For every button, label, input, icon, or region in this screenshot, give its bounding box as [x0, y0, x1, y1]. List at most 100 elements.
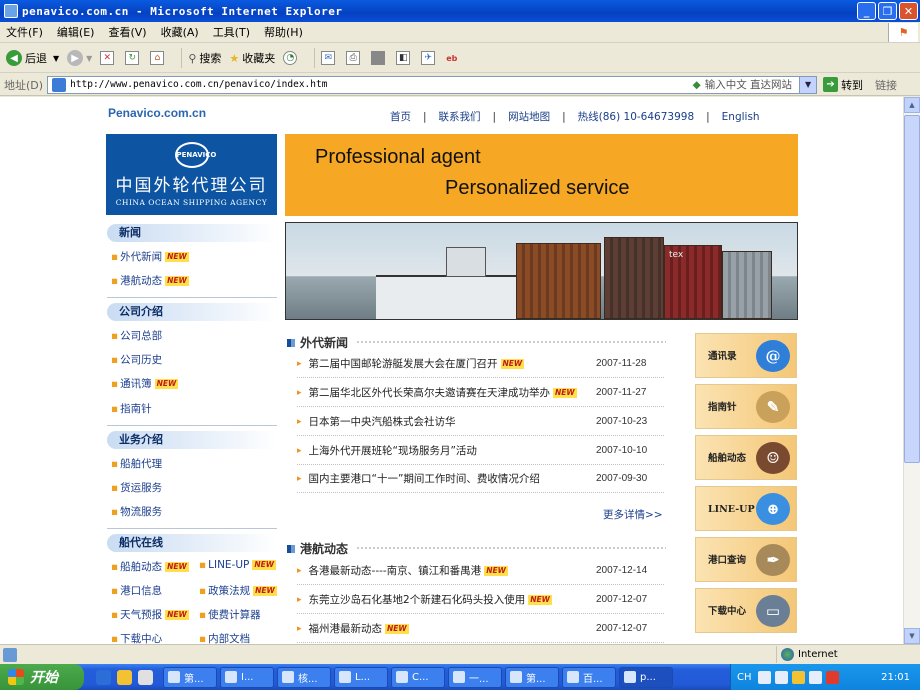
- sidebar-item-ship-status[interactable]: ▪ 船舶动态 NEW: [111, 559, 189, 574]
- nav-contact[interactable]: 联系我们: [439, 109, 481, 124]
- sidebar-item-fee-calculator[interactable]: ▪ 使费计算器: [199, 607, 261, 622]
- refresh-button[interactable]: ↻: [125, 51, 142, 65]
- news-item[interactable]: ▸ 国内主要港口“十一”期间工作时间、费收情况介绍 2007-09-30: [297, 465, 664, 493]
- restore-button[interactable]: ❐: [878, 2, 897, 20]
- print-button[interactable]: ⎙: [346, 51, 363, 65]
- sidebar-item-logistics[interactable]: ▪ 物流服务: [111, 504, 162, 519]
- sidebar-item-directory[interactable]: ▪ 通讯簿 NEW: [111, 376, 179, 391]
- task-button[interactable]: C...: [391, 666, 445, 688]
- menu-file[interactable]: 文件(F): [6, 24, 43, 40]
- favorites-button[interactable]: ★ 收藏夹: [229, 50, 275, 66]
- task-button[interactable]: L...: [334, 666, 388, 688]
- minimize-button[interactable]: _: [857, 2, 876, 20]
- port-news-item[interactable]: ▸ 东莞立沙岛石化基地2个新建石化码头投入使用 NEW 2007-12-07: [297, 586, 664, 614]
- sidebar-item-compass[interactable]: ▪ 指南针: [111, 401, 152, 416]
- qq-icon[interactable]: [117, 669, 132, 685]
- company-brand[interactable]: PENAVICO 中国外轮代理公司 CHINA OCEAN SHIPPING A…: [106, 134, 277, 215]
- sidebar-item-freight[interactable]: ▪ 货运服务: [111, 480, 162, 495]
- ie-icon: [624, 671, 636, 683]
- address-dropdown-button[interactable]: ▼: [799, 76, 817, 93]
- help-icon[interactable]: [774, 670, 788, 684]
- task-button[interactable]: I...: [220, 666, 274, 688]
- tile-directory[interactable]: 通讯录 @: [695, 333, 797, 378]
- taskbar: 开始 第... I... 核... L... C... 一... 第... 百.…: [0, 664, 920, 690]
- tile-compass[interactable]: 指南针 ✎: [695, 384, 797, 429]
- tile-downloads[interactable]: 下载中心 ▭: [695, 588, 797, 633]
- tile-lineup[interactable]: LINE-UP ⊕: [695, 486, 797, 531]
- sidebar-item-headquarters[interactable]: ▪ 公司总部: [111, 328, 162, 343]
- news-item[interactable]: ▸ 第二届中国邮轮游艇发展大会在厦门召开 NEW 2007-11-28: [297, 350, 664, 378]
- history-button[interactable]: ◔: [283, 51, 300, 65]
- sidebar-item-port-news[interactable]: ▪ 港航动态 NEW: [111, 273, 189, 288]
- task-button[interactable]: 核...: [277, 666, 331, 688]
- links-button[interactable]: 链接: [875, 77, 897, 93]
- start-button[interactable]: 开始: [0, 664, 84, 690]
- messenger-icon[interactable]: [138, 669, 153, 685]
- task-button[interactable]: 百...: [562, 666, 616, 688]
- new-badge: NEW: [385, 624, 409, 634]
- mail-button[interactable]: ✉: [321, 51, 338, 65]
- sidebar-item-ship-agency[interactable]: ▪ 船舶代理: [111, 456, 162, 471]
- section-marker-icon: [287, 338, 295, 347]
- network-icon[interactable]: [808, 670, 822, 684]
- edit-button[interactable]: [371, 51, 388, 65]
- antivirus-icon[interactable]: [825, 670, 839, 684]
- ebay-button[interactable]: eb: [446, 54, 457, 63]
- menu-tools[interactable]: 工具(T): [213, 24, 250, 40]
- menu-help[interactable]: 帮助(H): [264, 24, 303, 40]
- home-button[interactable]: ⌂: [150, 51, 167, 65]
- site-logo-text[interactable]: Penavico.com.cn: [108, 106, 206, 120]
- vertical-scrollbar[interactable]: ▲ ▼: [903, 97, 920, 644]
- news-item[interactable]: ▸ 第二届华北区外代长荣高尔夫邀请赛在天津成功举办 NEW 2007-11-27: [297, 379, 664, 407]
- menu-edit[interactable]: 编辑(E): [57, 24, 95, 40]
- task-button[interactable]: 一...: [448, 666, 502, 688]
- back-button[interactable]: ◀ 后退 ▼: [6, 50, 59, 66]
- tile-ship-status[interactable]: 船舶动态 ☺: [695, 435, 797, 480]
- sidebar-item-internal-docs[interactable]: ▪ 内部文档: [199, 631, 250, 644]
- star-icon: ★: [229, 51, 240, 65]
- menu-favorites[interactable]: 收藏(A): [161, 24, 199, 40]
- news-item[interactable]: ▸ 日本第一中央汽船株式会社访华 2007-10-23: [297, 408, 664, 436]
- sidebar-heading-online: 船代在线: [107, 534, 277, 552]
- messenger-button[interactable]: ✈: [421, 51, 438, 65]
- penavico-emblem-icon: PENAVICO: [174, 142, 216, 168]
- search-button[interactable]: ⚲ 搜索: [188, 50, 221, 66]
- scroll-down-button[interactable]: ▼: [904, 628, 920, 644]
- tile-port-query[interactable]: 港口查询 ✒: [695, 537, 797, 582]
- forward-button[interactable]: ▶ ▼: [67, 50, 92, 66]
- language-indicator[interactable]: CH: [737, 672, 752, 683]
- nav-home[interactable]: 首页: [390, 109, 411, 124]
- ship-bridge-shape: [446, 247, 486, 277]
- port-news-item[interactable]: ▸ 各港最新动态----南京、镇江和番禺港 NEW 2007-12-14: [297, 557, 664, 585]
- new-badge: NEW: [253, 586, 277, 596]
- sidebar-item-lineup[interactable]: ▪ LINE-UP NEW: [199, 559, 277, 571]
- news-item[interactable]: ▸ 上海外代开展班轮“现场服务月”活动 2007-10-10: [297, 437, 664, 465]
- sidebar-item-weather[interactable]: ▪ 天气预报 NEW: [111, 607, 189, 622]
- menu-view[interactable]: 查看(V): [108, 24, 146, 40]
- close-button[interactable]: ✕: [899, 2, 918, 20]
- sidebar-item-regulations[interactable]: ▪ 政策法规 NEW: [199, 583, 277, 598]
- scrollbar-thumb[interactable]: [904, 115, 920, 463]
- task-button[interactable]: 第...: [163, 666, 217, 688]
- nav-english[interactable]: English: [722, 111, 760, 123]
- windows-logo-icon: ⚑: [888, 23, 918, 42]
- more-news-link[interactable]: 更多详情>>: [603, 507, 663, 522]
- security-shield-icon[interactable]: [791, 670, 805, 684]
- sidebar-item-downloads[interactable]: ▪ 下载中心: [111, 631, 162, 644]
- discuss-button[interactable]: ◧: [396, 51, 413, 65]
- nav-sitemap[interactable]: 网站地图: [508, 109, 550, 124]
- sidebar-divider: [107, 425, 277, 426]
- stop-button[interactable]: ✕: [100, 51, 117, 65]
- sidebar-item-history[interactable]: ▪ 公司历史: [111, 352, 162, 367]
- keyboard-icon[interactable]: [757, 670, 771, 684]
- go-button[interactable]: ➔ 转到: [823, 77, 863, 93]
- sidebar-item-company-news[interactable]: ▪ 外代新闻 NEW: [111, 249, 189, 264]
- port-news-item[interactable]: ▸ 福州港最新动态 NEW 2007-12-07: [297, 615, 664, 643]
- scroll-up-button[interactable]: ▲: [904, 97, 920, 113]
- task-button[interactable]: 第...: [505, 666, 559, 688]
- task-button-active[interactable]: p...: [619, 666, 673, 688]
- sidebar-item-port-info[interactable]: ▪ 港口信息: [111, 583, 162, 598]
- ie-quicklaunch-icon[interactable]: [96, 669, 111, 685]
- container-shape: tex: [664, 245, 722, 319]
- address-input[interactable]: http://www.penavico.com.cn/penavico/inde…: [47, 75, 818, 94]
